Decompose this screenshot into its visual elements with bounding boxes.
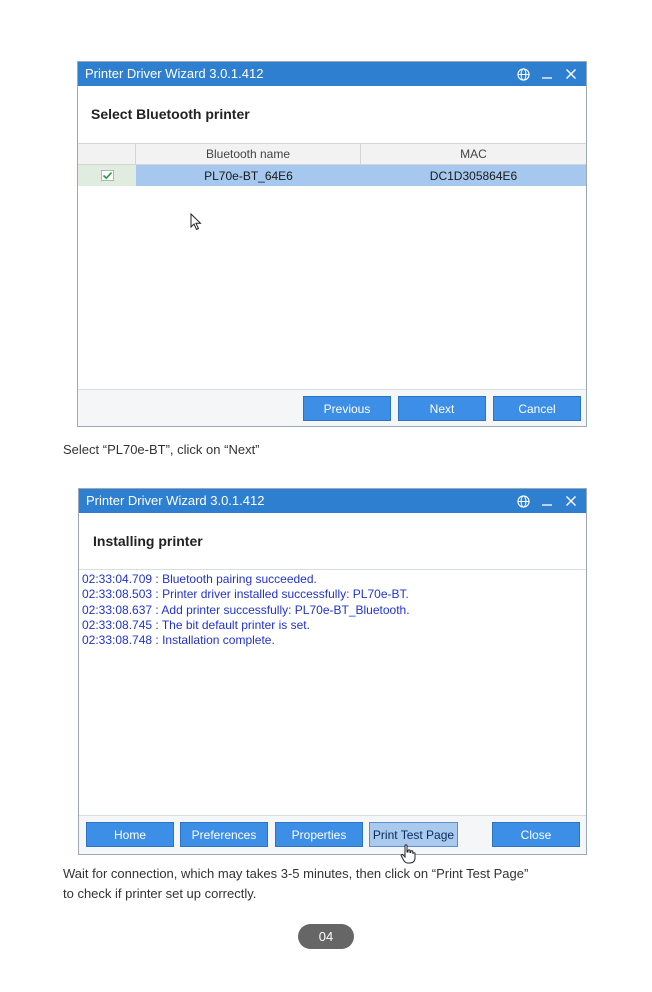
install-log: 02:33:04.709 : Bluetooth pairing succeed… xyxy=(82,572,410,648)
hand-pointer-icon xyxy=(400,844,416,864)
column-check xyxy=(78,144,136,164)
caption-select-printer: Select “PL70e-BT”, click on “Next” xyxy=(63,442,260,457)
home-button[interactable]: Home xyxy=(86,822,174,847)
log-line: 02:33:08.503 : Printer driver installed … xyxy=(82,587,409,602)
row-name-cell[interactable]: PL70e-BT_64E6 xyxy=(136,165,361,186)
log-line: 02:33:08.637 : Add printer successfully:… xyxy=(82,602,410,617)
close-icon[interactable] xyxy=(564,494,578,508)
cancel-button[interactable]: Cancel xyxy=(493,396,581,421)
caption-line: Wait for connection, which may takes 3-5… xyxy=(63,866,529,881)
next-button[interactable]: Next xyxy=(398,396,486,421)
properties-button[interactable]: Properties xyxy=(275,822,363,847)
caption-wait-for-connection: Wait for connection, which may takes 3-5… xyxy=(63,864,528,904)
row-mac-cell[interactable]: DC1D305864E6 xyxy=(361,165,586,186)
previous-button[interactable]: Previous xyxy=(303,396,391,421)
preferences-button[interactable]: Preferences xyxy=(180,822,268,847)
button-bar: Previous Next Cancel xyxy=(78,389,586,426)
title-bar: Printer Driver Wizard 3.0.1.412 xyxy=(78,62,586,86)
page-heading: Select Bluetooth printer xyxy=(91,106,250,122)
window-title: Printer Driver Wizard 3.0.1.412 xyxy=(85,66,264,81)
caption-line: to check if printer set up correctly. xyxy=(63,886,257,901)
globe-icon[interactable] xyxy=(516,494,530,508)
table-row[interactable]: PL70e-BT_64E6 DC1D305864E6 xyxy=(78,165,586,186)
wizard-window-select-printer: Printer Driver Wizard 3.0.1.412 Select B… xyxy=(77,61,587,427)
row-check-cell[interactable] xyxy=(78,165,136,186)
wizard-window-installing: Printer Driver Wizard 3.0.1.412 Installi… xyxy=(78,488,587,855)
mouse-pointer-icon xyxy=(190,213,202,231)
column-header-name[interactable]: Bluetooth name xyxy=(136,144,361,164)
column-header-mac[interactable]: MAC xyxy=(361,144,586,164)
minimize-icon[interactable] xyxy=(540,67,554,81)
globe-icon[interactable] xyxy=(516,67,530,81)
log-line: 02:33:08.748 : Installation complete. xyxy=(82,633,275,648)
window-title: Printer Driver Wizard 3.0.1.412 xyxy=(86,493,265,508)
table-header: Bluetooth name MAC xyxy=(78,143,586,165)
close-icon[interactable] xyxy=(564,67,578,81)
page-number-badge: 04 xyxy=(298,924,354,949)
minimize-icon[interactable] xyxy=(540,494,554,508)
title-bar: Printer Driver Wizard 3.0.1.412 xyxy=(79,489,586,513)
close-button[interactable]: Close xyxy=(492,822,580,847)
button-bar: Home Preferences Properties Print Test P… xyxy=(79,815,586,854)
install-log-panel[interactable]: 02:33:04.709 : Bluetooth pairing succeed… xyxy=(79,570,586,816)
page-heading: Installing printer xyxy=(93,533,203,549)
log-line: 02:33:08.745 : The bit default printer i… xyxy=(82,617,310,632)
bluetooth-printer-table: Bluetooth name MAC PL70e-BT_64E6 DC1D305… xyxy=(78,143,586,389)
log-line: 02:33:04.709 : Bluetooth pairing succeed… xyxy=(82,572,317,586)
checkmark-icon[interactable] xyxy=(100,170,114,181)
